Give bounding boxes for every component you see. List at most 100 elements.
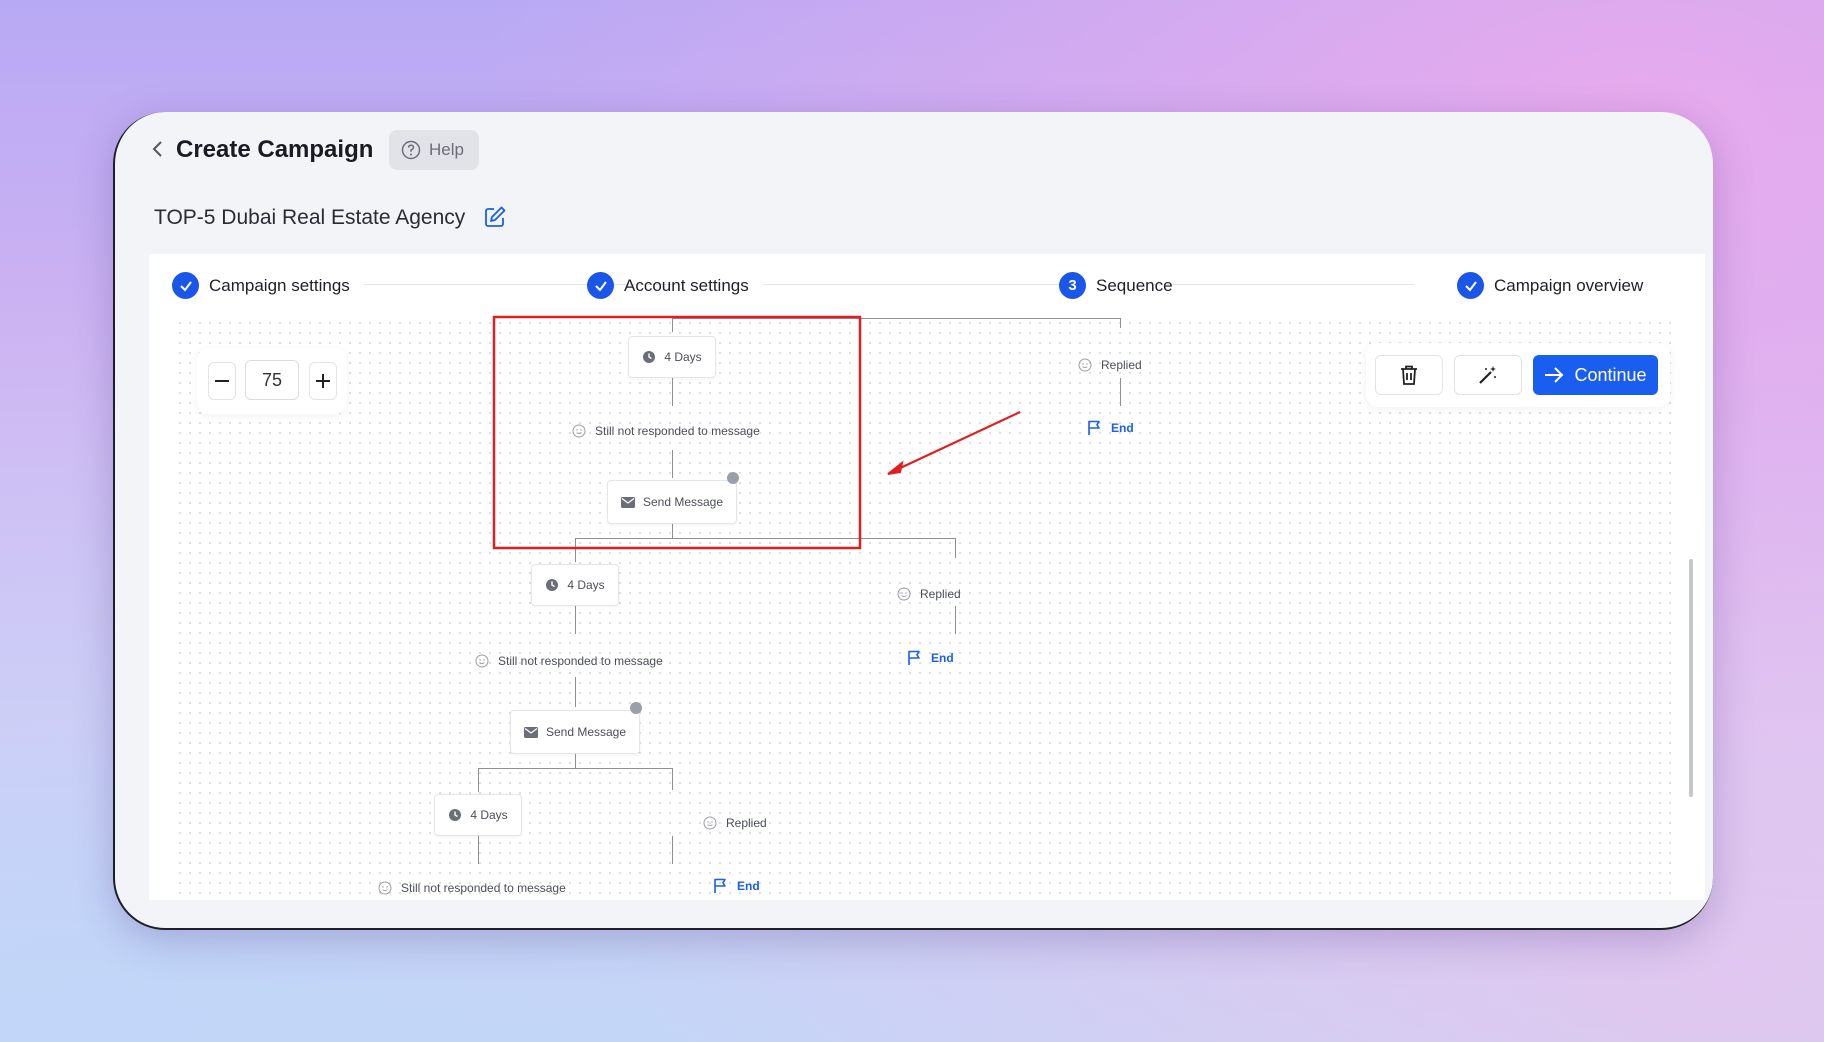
smiley-icon — [572, 424, 586, 438]
help-circle-icon — [401, 140, 421, 160]
zoom-in-button[interactable] — [309, 362, 337, 400]
check-icon — [1457, 272, 1484, 299]
no-reply-condition: Still not responded to message — [475, 654, 663, 668]
magic-wand-button[interactable] — [1454, 355, 1522, 395]
flag-icon — [714, 878, 726, 893]
page-title: Create Campaign — [176, 136, 374, 163]
smiley-icon — [703, 816, 717, 830]
smiley-icon — [475, 654, 489, 668]
no-reply-condition: Still not responded to message — [572, 424, 760, 438]
app-window: Create Campaign Help TOP-5 Dubai Real Es… — [113, 112, 1713, 930]
connector — [672, 768, 673, 790]
delay-node[interactable]: 4 Days — [434, 794, 522, 836]
check-icon — [172, 272, 199, 299]
condition-label: Replied — [726, 816, 767, 830]
delay-label: 4 Days — [567, 578, 605, 592]
connector — [955, 606, 956, 634]
connector — [575, 677, 576, 707]
end-label: End — [737, 879, 760, 893]
end-node: End — [1087, 420, 1134, 436]
replied-condition: Replied — [897, 587, 961, 601]
connector — [575, 538, 576, 562]
connector — [478, 768, 672, 769]
step-label: Account settings — [624, 275, 749, 295]
magic-wand-icon — [1479, 366, 1496, 384]
step-divider — [763, 284, 1063, 285]
trash-icon — [1401, 365, 1417, 385]
condition-label: Still not responded to message — [498, 654, 663, 668]
step-sequence[interactable]: 3 Sequence — [1059, 272, 1173, 299]
send-message-node[interactable]: Send Message — [607, 480, 737, 524]
connector — [478, 834, 479, 864]
step-account-settings[interactable]: Account settings — [587, 272, 749, 299]
replied-condition: Replied — [703, 816, 767, 830]
connector — [478, 768, 479, 792]
continue-label: Continue — [1574, 364, 1647, 385]
clock-icon — [546, 579, 559, 591]
zoom-out-button[interactable] — [208, 362, 236, 400]
no-reply-condition: Still not responded to message — [378, 881, 566, 895]
replied-condition: Replied — [1078, 358, 1142, 372]
connector — [672, 450, 673, 478]
smiley-icon — [378, 881, 392, 895]
connector — [575, 604, 576, 634]
vertical-scrollbar[interactable] — [1689, 559, 1693, 797]
smiley-icon — [897, 587, 911, 601]
step-label: Campaign overview — [1494, 275, 1644, 295]
envelope-icon — [523, 726, 538, 738]
campaign-name: TOP-5 Dubai Real Estate Agency — [154, 206, 466, 229]
step-label: Campaign settings — [209, 275, 350, 295]
end-label: End — [931, 651, 954, 665]
remove-node-icon[interactable] — [727, 472, 739, 484]
connector — [672, 318, 1120, 319]
check-icon — [587, 272, 614, 299]
step-label: Sequence — [1096, 275, 1173, 295]
stepper: Campaign settings Account settings 3 Seq… — [149, 254, 1705, 318]
connector — [672, 318, 673, 332]
connector — [672, 522, 673, 538]
condition-label: Still not responded to message — [595, 424, 760, 438]
action-bar: Continue — [1366, 343, 1670, 407]
remove-node-icon[interactable] — [630, 702, 642, 714]
continue-button[interactable]: Continue — [1533, 355, 1658, 395]
step-number-badge: 3 — [1059, 272, 1086, 299]
help-label: Help — [429, 140, 464, 159]
back-chevron-icon[interactable] — [145, 136, 171, 162]
zoom-input[interactable] — [245, 360, 299, 400]
end-label: End — [1111, 421, 1134, 435]
connector — [955, 538, 956, 558]
connector — [1120, 378, 1121, 406]
end-node: End — [713, 878, 760, 894]
edit-pencil-icon[interactable] — [483, 205, 507, 229]
delay-label: 4 Days — [470, 808, 508, 822]
condition-label: Replied — [1101, 358, 1142, 372]
end-node: End — [907, 650, 954, 666]
delay-node[interactable]: 4 Days — [628, 336, 716, 378]
envelope-icon — [620, 496, 635, 508]
plus-icon — [316, 374, 330, 388]
connector — [672, 836, 673, 864]
minus-icon — [215, 380, 229, 382]
step-campaign-settings[interactable]: Campaign settings — [172, 272, 350, 299]
condition-label: Still not responded to message — [401, 881, 566, 895]
send-label: Send Message — [545, 725, 627, 739]
delay-node[interactable]: 4 Days — [531, 564, 619, 606]
step-campaign-overview[interactable]: Campaign overview — [1457, 272, 1643, 299]
connector — [1120, 318, 1121, 328]
help-button[interactable]: Help — [389, 130, 479, 170]
clock-icon — [643, 351, 656, 363]
clock-icon — [449, 809, 462, 821]
zoom-control — [197, 348, 347, 414]
delete-button[interactable] — [1375, 355, 1443, 395]
connector — [672, 374, 673, 406]
flag-icon — [908, 650, 920, 665]
flag-icon — [1088, 420, 1100, 435]
condition-label: Replied — [920, 587, 961, 601]
send-message-node[interactable]: Send Message — [510, 710, 640, 754]
sequence-panel: Campaign settings Account settings 3 Seq… — [149, 254, 1705, 900]
arrow-right-icon — [1545, 367, 1564, 383]
connector — [575, 752, 576, 768]
smiley-icon — [1078, 358, 1092, 372]
step-divider — [1154, 284, 1414, 285]
connector — [575, 538, 955, 539]
